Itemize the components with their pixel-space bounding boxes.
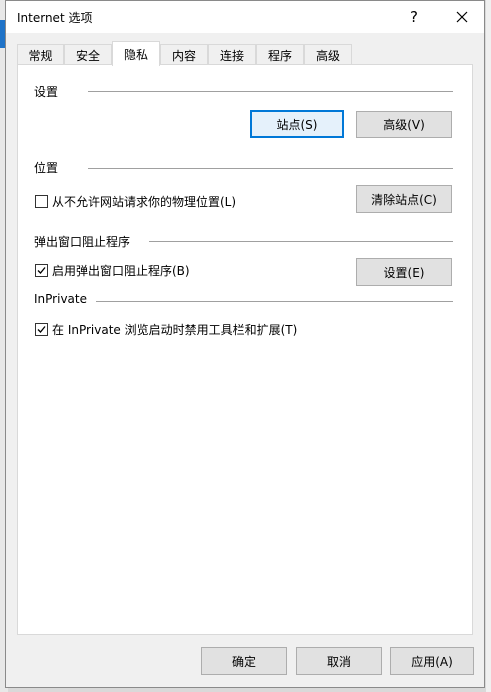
inprivate-divider <box>96 301 453 302</box>
help-button[interactable]: ? <box>398 1 430 33</box>
clear-sites-button-label: 清除站点(C) <box>371 192 437 207</box>
popup-checkbox-label: 启用弹出窗口阻止程序(B) <box>52 264 190 278</box>
checkmark-icon <box>37 267 46 274</box>
checkmark-icon <box>37 326 46 333</box>
inprivate-section-title: InPrivate <box>34 292 87 306</box>
inprivate-checkbox[interactable] <box>35 323 48 336</box>
location-option[interactable]: 从不允许网站请求你的物理位置(L) <box>35 193 236 210</box>
tab-label: 常规 <box>28 48 53 63</box>
ok-button[interactable]: 确定 <box>201 647 287 675</box>
tab-general[interactable]: 常规 <box>17 44 64 65</box>
apply-button[interactable]: 应用(A) <box>390 647 474 675</box>
settings-divider <box>88 91 453 92</box>
location-checkbox[interactable] <box>35 195 48 208</box>
sites-button-label: 站点(S) <box>276 117 318 132</box>
settings-section-title: 设置 <box>34 85 59 99</box>
popup-checkbox[interactable] <box>35 264 48 277</box>
tab-label: 内容 <box>171 48 196 63</box>
tab-connections[interactable]: 连接 <box>208 44 256 65</box>
advanced-button-label: 高级(V) <box>383 118 425 132</box>
tab-privacy[interactable]: 隐私 <box>112 41 160 66</box>
tab-content[interactable]: 内容 <box>160 44 208 65</box>
background-window-edge-right <box>486 0 491 692</box>
ok-button-label: 确定 <box>231 654 256 669</box>
popup-option[interactable]: 启用弹出窗口阻止程序(B) <box>35 262 190 279</box>
apply-button-label: 应用(A) <box>411 654 453 669</box>
tab-label: 连接 <box>219 48 244 63</box>
cancel-button[interactable]: 取消 <box>296 647 382 675</box>
advanced-button[interactable]: 高级(V) <box>356 111 452 138</box>
location-section-title: 位置 <box>34 161 59 175</box>
inprivate-option[interactable]: 在 InPrivate 浏览启动时禁用工具栏和扩展(T) <box>35 321 297 338</box>
close-button[interactable] <box>442 1 482 33</box>
title-bar[interactable]: Internet 选项 ? <box>6 1 484 33</box>
internet-options-dialog: Internet 选项 ? 常规 安全 隐私 内容 连接 程序 高级 设置 站点… <box>5 0 485 688</box>
close-icon <box>456 11 468 23</box>
tab-label: 隐私 <box>123 47 148 62</box>
popup-divider <box>149 241 453 242</box>
tab-label: 程序 <box>267 48 292 63</box>
privacy-panel: 设置 站点(S) 高级(V) 位置 从不允许网站请求你的物理位置(L) 清除站点… <box>17 64 473 635</box>
tab-programs[interactable]: 程序 <box>256 44 304 65</box>
location-divider <box>88 168 453 169</box>
clear-sites-button[interactable]: 清除站点(C) <box>356 185 452 213</box>
inprivate-checkbox-label: 在 InPrivate 浏览启动时禁用工具栏和扩展(T) <box>52 323 298 337</box>
tab-label: 安全 <box>75 48 100 63</box>
tab-label: 高级 <box>315 48 340 63</box>
location-checkbox-label: 从不允许网站请求你的物理位置(L) <box>52 195 237 209</box>
window-title: Internet 选项 <box>17 11 93 25</box>
popup-settings-button[interactable]: 设置(E) <box>356 258 452 286</box>
tab-advanced[interactable]: 高级 <box>304 44 352 65</box>
tab-security[interactable]: 安全 <box>64 44 112 65</box>
popup-section-title: 弹出窗口阻止程序 <box>34 235 131 249</box>
popup-settings-button-label: 设置(E) <box>383 265 425 280</box>
sites-button[interactable]: 站点(S) <box>250 110 344 138</box>
help-icon: ? <box>410 8 418 26</box>
cancel-button-label: 取消 <box>326 654 351 669</box>
